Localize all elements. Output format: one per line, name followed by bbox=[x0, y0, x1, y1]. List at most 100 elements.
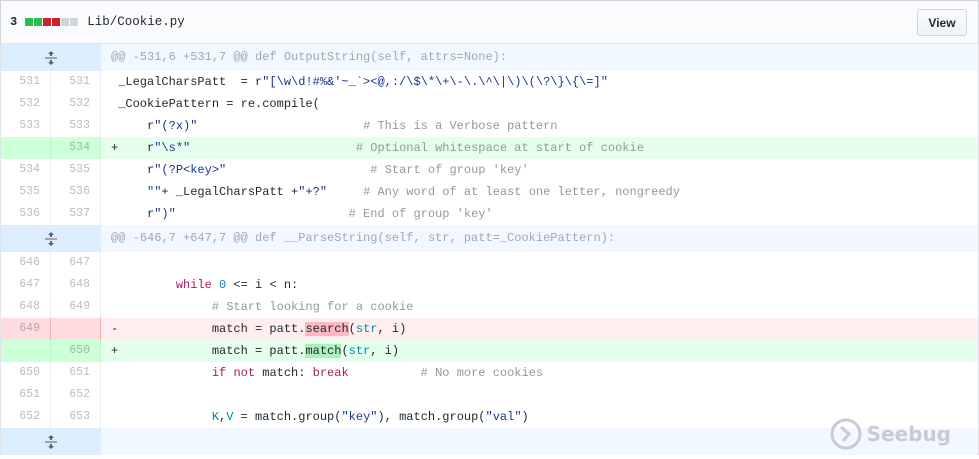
change-count: 3 bbox=[10, 15, 18, 29]
new-line-number[interactable]: 536 bbox=[51, 181, 101, 203]
code-comment: # This is a Verbose pattern bbox=[197, 119, 558, 133]
diffstat-block bbox=[25, 18, 34, 26]
code-text: match: bbox=[255, 366, 313, 380]
diff-line-added: 650 + match = patt.match(str, i) bbox=[1, 340, 978, 362]
new-line-number[interactable]: 533 bbox=[51, 115, 101, 137]
code-line: - match = patt.search(str, i) bbox=[101, 318, 978, 340]
diff-line: 651 652 bbox=[1, 384, 978, 406]
new-line-number[interactable] bbox=[51, 318, 101, 340]
old-line-number[interactable]: 646 bbox=[1, 252, 51, 274]
diffstat-block bbox=[43, 18, 52, 26]
code-text: , i) bbox=[370, 344, 400, 358]
old-line-number[interactable]: 536 bbox=[1, 203, 51, 225]
new-line-number[interactable]: 653 bbox=[51, 406, 101, 428]
code-identifier: K bbox=[211, 410, 220, 424]
code-text: ) bbox=[521, 410, 529, 424]
code-string: "\s*" bbox=[154, 141, 191, 155]
code-text: ( bbox=[341, 344, 349, 358]
view-file-button[interactable]: View bbox=[917, 9, 967, 36]
new-line-number[interactable]: 534 bbox=[51, 137, 101, 159]
code-line: + match = patt.match(str, i) bbox=[101, 340, 978, 362]
code-keyword: not bbox=[233, 366, 256, 380]
code-text: r bbox=[111, 163, 155, 177]
diffstat-block bbox=[52, 18, 61, 26]
code-text: , i) bbox=[377, 322, 407, 336]
old-line-number[interactable]: 650 bbox=[1, 362, 51, 384]
diff-line: 536 537 r")" # End of group 'key' bbox=[1, 203, 978, 225]
code-text: r bbox=[111, 207, 155, 221]
old-line-number[interactable] bbox=[1, 137, 51, 159]
file-header: 3 Lib/Cookie.py View bbox=[0, 0, 979, 44]
old-line-number[interactable] bbox=[1, 340, 51, 362]
code-string: "(?x)" bbox=[154, 119, 198, 133]
hunk-header-row: @@ -646,7 +647,7 @@ def __ParseString(se… bbox=[1, 225, 978, 252]
diff-table: @@ -531,6 +531,7 @@ def OutputString(sel… bbox=[0, 44, 979, 455]
new-line-number[interactable]: 532 bbox=[51, 93, 101, 115]
old-line-number[interactable]: 649 bbox=[1, 318, 51, 340]
new-line-number[interactable]: 650 bbox=[51, 340, 101, 362]
diff-line: 647 648 while 0 <= i < n: bbox=[1, 274, 978, 296]
code-builtin: str bbox=[348, 344, 371, 358]
diff-line: 533 533 r"(?x)" # This is a Verbose patt… bbox=[1, 115, 978, 137]
code-line: ""+ _LegalCharsPatt +"+?" # Any word of … bbox=[101, 181, 978, 203]
seebug-watermark: Seebug bbox=[829, 417, 951, 451]
code-string: "" bbox=[147, 185, 162, 199]
expand-icon[interactable] bbox=[1, 225, 101, 252]
code-text: + _LegalCharsPatt + bbox=[161, 185, 299, 199]
new-line-number[interactable]: 648 bbox=[51, 274, 101, 296]
code-line: _LegalCharsPatt = r"[\w\d!#%&'~_`><@,:/\… bbox=[101, 71, 978, 93]
code-comment: # End of group 'key' bbox=[175, 207, 493, 221]
new-line-number[interactable]: 651 bbox=[51, 362, 101, 384]
code-line: r"(?P<key>" # Start of group 'key' bbox=[101, 159, 978, 181]
code-keyword: break bbox=[312, 366, 349, 380]
code-line: r"(?x)" # This is a Verbose pattern bbox=[101, 115, 978, 137]
code-text: - match = patt. bbox=[111, 322, 306, 336]
code-builtin: str bbox=[355, 322, 378, 336]
new-line-number[interactable]: 537 bbox=[51, 203, 101, 225]
diff-line: 646 647 bbox=[1, 252, 978, 274]
old-line-number[interactable]: 532 bbox=[1, 93, 51, 115]
code-keyword: if bbox=[211, 366, 227, 380]
code-text: ), match.group( bbox=[377, 410, 486, 424]
old-line-number[interactable]: 648 bbox=[1, 296, 51, 318]
code-keyword: while bbox=[175, 278, 212, 292]
code-line: _CookiePattern = re.compile( bbox=[111, 97, 320, 111]
old-line-number[interactable]: 647 bbox=[1, 274, 51, 296]
code-string: "[\w\d!#%&'~_`><@,:/\$\*\+\-\.\^\|\)\(\?… bbox=[262, 75, 608, 89]
diff-line-deleted: 649 - match = patt.search(str, i) bbox=[1, 318, 978, 340]
seebug-logo-icon bbox=[830, 418, 862, 450]
code-text: = match.group( bbox=[233, 410, 342, 424]
code-string: "(?P<key>" bbox=[154, 163, 227, 177]
new-line-number[interactable]: 649 bbox=[51, 296, 101, 318]
watermark-text: Seebug bbox=[866, 422, 951, 446]
code-string: "+?" bbox=[298, 185, 328, 199]
file-path[interactable]: Lib/Cookie.py bbox=[87, 15, 185, 29]
diff-line: 532 532 _CookiePattern = re.compile( bbox=[1, 93, 978, 115]
expand-icon[interactable] bbox=[1, 44, 101, 71]
old-line-number[interactable]: 533 bbox=[1, 115, 51, 137]
changed-word: match bbox=[305, 344, 342, 358]
old-line-number[interactable]: 534 bbox=[1, 159, 51, 181]
old-line-number[interactable]: 531 bbox=[1, 71, 51, 93]
code-comment: # Any word of at least one letter, nongr… bbox=[327, 185, 680, 199]
code-line: while 0 <= i < n: bbox=[101, 274, 978, 296]
new-line-number[interactable]: 647 bbox=[51, 252, 101, 274]
new-line-number[interactable]: 535 bbox=[51, 159, 101, 181]
diffstat-block bbox=[34, 18, 43, 26]
new-line-number[interactable]: 652 bbox=[51, 384, 101, 406]
old-line-number[interactable]: 652 bbox=[1, 406, 51, 428]
hunk-header-row: @@ -531,6 +531,7 @@ def OutputString(sel… bbox=[1, 44, 978, 71]
code-line: r")" # End of group 'key' bbox=[101, 203, 978, 225]
code-text: + match = patt. bbox=[111, 344, 306, 358]
code-string: ")" bbox=[154, 207, 176, 221]
old-line-number[interactable]: 535 bbox=[1, 181, 51, 203]
new-line-number[interactable]: 531 bbox=[51, 71, 101, 93]
old-line-number[interactable]: 651 bbox=[1, 384, 51, 406]
expand-icon[interactable] bbox=[1, 428, 101, 455]
